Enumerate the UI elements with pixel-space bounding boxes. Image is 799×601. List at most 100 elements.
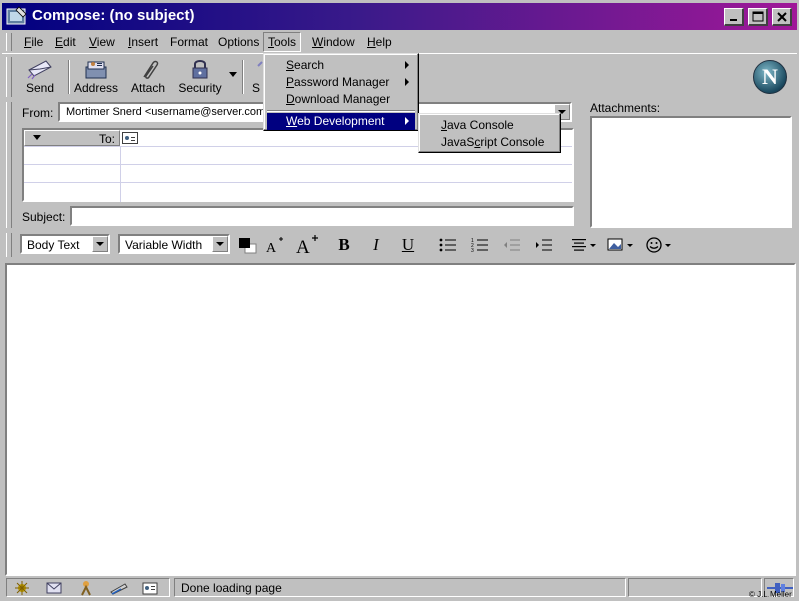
color-picker-icon [239,238,257,254]
chevron-right-icon [405,117,409,125]
chevron-down-icon [212,236,228,252]
alignment-button[interactable] [570,235,600,255]
navigator-icon[interactable] [13,580,31,596]
status-message: Done loading page [174,578,626,597]
chevron-right-icon [405,61,409,69]
attachments-label: Attachments: [590,101,661,115]
chevron-right-icon [405,78,409,86]
menu-view[interactable]: View [89,35,115,49]
send-icon [27,60,52,80]
table-row[interactable] [24,182,572,183]
svg-text:3: 3 [471,248,474,252]
bullet-list-button[interactable] [438,235,458,255]
maximize-button[interactable] [748,8,768,26]
numbered-list-button[interactable]: 123 [470,235,490,255]
font-select[interactable]: Variable Width [118,234,230,254]
increase-font-size-button[interactable]: A [294,235,320,255]
menu-file[interactable]: File [24,35,43,49]
menu-item-java-console[interactable]: Java Console [422,117,557,134]
component-bar [6,578,170,597]
title-bar[interactable]: Compose: (no subject) [2,3,797,30]
from-value: Mortimer Snerd <username@server.com> [66,106,272,118]
copyright-watermark: © J.L.Meller [749,590,792,599]
formatbar-grip[interactable] [6,233,12,257]
lock-icon [192,60,208,79]
smaller-font-icon: A [266,237,283,255]
status-bar: Done loading page [2,576,797,599]
format-toolbar: Body Text Variable Width A A B I U 12 3 [2,230,797,260]
svg-text:A: A [296,237,310,255]
send-button[interactable]: Send [12,58,68,98]
align-center-icon [572,239,596,251]
address-button[interactable]: Address [68,58,124,98]
paragraph-style-select[interactable]: Body Text [20,234,110,254]
menu-item-web-development[interactable]: Web Development [267,113,415,130]
menu-help[interactable]: Help [367,35,392,49]
outdent-icon [504,239,520,251]
underline-button[interactable]: U [398,235,418,255]
menu-tools[interactable]: Tools [263,32,302,52]
toolbar-separator [242,60,244,94]
address-book-icon [85,61,107,79]
address-card-icon[interactable] [122,132,138,144]
menu-window[interactable]: Window [312,35,355,49]
tools-menu: Search Password Manager Download Manager… [263,53,419,131]
minimize-icon [729,18,737,21]
security-dropdown-arrow[interactable] [229,72,237,77]
insert-object-button[interactable] [606,235,638,255]
subject-input[interactable] [70,206,574,226]
menu-options[interactable]: Options [218,35,259,49]
attach-button[interactable]: Attach [120,58,176,98]
from-label: From: [22,106,54,120]
chevron-down-icon [92,236,108,252]
table-row[interactable] [24,164,572,165]
insert-image-icon [607,238,633,251]
bullet-list-icon [439,238,456,252]
chevron-down-icon [33,135,41,140]
status-progress-pane [628,578,762,597]
attachments-panel: Attachments: [588,100,797,230]
minimize-button[interactable] [724,8,744,26]
menubar-grip[interactable] [6,33,12,51]
close-icon [776,11,787,22]
menu-item-download-manager[interactable]: Download Manager [267,91,415,108]
to-label: To: [98,132,115,146]
chat-icon[interactable] [77,580,95,596]
security-button[interactable]: Security [172,58,228,98]
menu-format[interactable]: Format [170,35,208,49]
message-body-editor[interactable] [5,263,796,576]
column-divider [120,146,121,202]
text-color-button[interactable] [234,235,260,255]
netscape-logo[interactable]: N [753,60,787,94]
smiley-icon [646,237,671,253]
italic-button[interactable]: I [366,235,386,255]
mail-icon[interactable] [45,580,63,596]
menu-item-search[interactable]: Search [267,57,415,74]
outdent-button[interactable] [502,235,522,255]
close-button[interactable] [772,8,792,26]
recipient-type-select[interactable]: To: [24,130,120,146]
subject-label: Subject: [22,210,66,224]
attachments-list[interactable] [590,116,792,228]
insert-smiley-button[interactable] [644,235,676,255]
menu-item-password-manager[interactable]: Password Manager [267,74,415,91]
indent-button[interactable] [534,235,554,255]
bold-button[interactable]: B [334,235,354,255]
menu-separator [267,110,415,112]
menu-edit[interactable]: Edit [55,35,76,49]
menu-item-javascript-console[interactable]: JavaScript Console [422,134,557,151]
numbered-list-icon: 123 [471,238,488,252]
address-book-icon[interactable] [141,580,159,596]
decrease-font-size-button[interactable]: A [264,235,286,255]
menu-insert[interactable]: Insert [128,35,158,49]
compose-window-icon[interactable] [6,6,28,27]
window-title: Compose: (no subject) [32,7,195,24]
maximize-icon [752,11,763,22]
paperclip-icon [143,60,159,79]
web-development-submenu: Java Console JavaScript Console [418,113,561,153]
indent-icon [536,239,552,251]
larger-font-icon: A [296,235,318,255]
svg-text:A: A [266,241,277,255]
address-grip[interactable] [6,102,12,228]
composer-icon[interactable] [109,580,129,596]
